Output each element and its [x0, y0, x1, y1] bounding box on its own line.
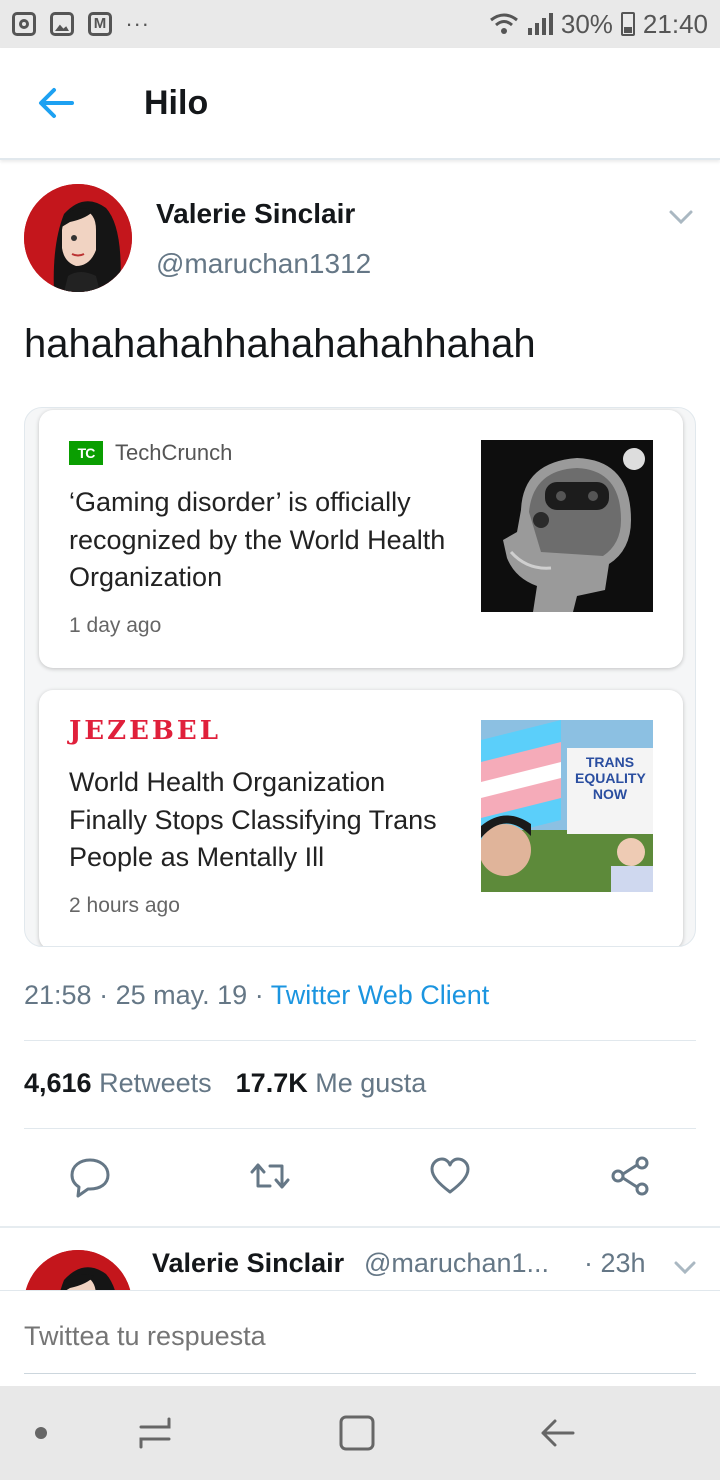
jezebel-logo: JEZEBEL	[69, 716, 221, 746]
card-title: ‘Gaming disorder’ is officially recogniz…	[69, 487, 446, 592]
protest-image: TRANS EQUALITY NOW	[481, 720, 653, 892]
protest-sign-text: TRANS EQUALITY NOW	[575, 754, 646, 802]
meta-sep: ·	[99, 980, 116, 1010]
reply-icon[interactable]	[68, 1154, 112, 1198]
recent-apps-icon[interactable]	[130, 1408, 180, 1458]
likes-count: 17.7K	[235, 1068, 308, 1098]
card-time: 2 hours ago	[69, 894, 180, 917]
reply-time: · 23h	[584, 1248, 646, 1278]
card-time: 1 day ago	[69, 614, 162, 637]
tweet-date: 25 may. 19	[115, 980, 248, 1010]
gallery-icon	[50, 12, 74, 36]
news-card: JEZEBEL World Health Organization Finall…	[39, 690, 683, 946]
amp-icon	[623, 448, 645, 470]
reply-author-name[interactable]: Valerie Sinclair	[152, 1248, 344, 1279]
avatar[interactable]	[24, 184, 132, 292]
mail-icon: M	[88, 12, 112, 36]
retweets-count: 4,616	[24, 1068, 92, 1098]
notification-icons: M ...	[12, 6, 150, 36]
system-nav-bar	[0, 1386, 720, 1480]
retweets-stat[interactable]: 4,616 Retweets	[24, 1068, 212, 1099]
more-notifications-icon: ...	[126, 6, 151, 31]
wifi-icon	[489, 13, 518, 34]
techcrunch-logo: TC	[69, 441, 103, 465]
tweet-meta: 21:58 · 25 may. 19 · Twitter Web Client	[24, 980, 489, 1011]
share-icon[interactable]	[608, 1154, 652, 1198]
home-button-icon[interactable]	[332, 1408, 382, 1458]
thread-reply-tweet[interactable]: Valerie Sinclair @maruchan1... · 23h	[0, 1228, 720, 1290]
tweet-author: Valerie Sinclair @maruchan1312	[24, 184, 696, 294]
tweet-stats: 4,616 Retweets 17.7K Me gusta	[24, 1068, 426, 1099]
tweet-actions	[0, 1140, 720, 1220]
tweet-time: 21:58	[24, 980, 92, 1010]
page-title: Hilo	[144, 83, 209, 122]
author-handle[interactable]: @maruchan1312	[156, 248, 371, 280]
chevron-down-icon[interactable]	[666, 202, 696, 232]
thread-header: Hilo	[0, 48, 720, 160]
chevron-down-icon[interactable]	[672, 1254, 698, 1280]
retweet-icon[interactable]	[248, 1154, 292, 1198]
reply-author-handle[interactable]: @maruchan1...	[364, 1248, 564, 1279]
composer-underline	[24, 1373, 696, 1374]
back-button[interactable]	[26, 73, 86, 133]
retweets-label: Retweets	[99, 1068, 212, 1098]
clock: 21:40	[642, 8, 708, 39]
card-source: TC TechCrunch	[69, 440, 232, 466]
battery-icon	[620, 12, 635, 36]
tweet-client-link[interactable]: Twitter Web Client	[271, 980, 490, 1010]
avatar-illustration	[24, 184, 132, 292]
card-title: World Health Organization Finally Stops …	[69, 767, 437, 872]
signal-icon	[527, 13, 553, 35]
reply-input[interactable]	[24, 1321, 696, 1352]
likes-stat[interactable]: 17.7K Me gusta	[236, 1068, 427, 1099]
divider	[24, 1128, 696, 1129]
meta-sep: ·	[254, 980, 271, 1010]
status-bar: M ... 30% 21:40	[0, 0, 720, 48]
news-card: TC TechCrunch ‘Gaming disorder’ is offic…	[39, 410, 683, 668]
back-icon[interactable]	[532, 1408, 582, 1458]
avatar[interactable]	[24, 1250, 132, 1290]
home-dot-icon[interactable]	[16, 1408, 66, 1458]
reply-composer	[0, 1290, 720, 1386]
source-name: TechCrunch	[115, 440, 233, 465]
tweet-text: hahahahahhahahahahhahah	[24, 322, 536, 366]
author-name[interactable]: Valerie Sinclair	[156, 198, 355, 230]
back-arrow-icon	[39, 88, 74, 118]
likes-label: Me gusta	[315, 1068, 427, 1098]
tweet-media[interactable]: TC TechCrunch ‘Gaming disorder’ is offic…	[24, 407, 696, 947]
instagram-icon	[12, 12, 36, 36]
battery-percent: 30%	[560, 8, 613, 39]
system-status: 30% 21:40	[489, 9, 708, 40]
like-icon[interactable]	[428, 1154, 472, 1198]
xray-skull-image	[481, 440, 653, 612]
divider	[24, 1040, 696, 1041]
